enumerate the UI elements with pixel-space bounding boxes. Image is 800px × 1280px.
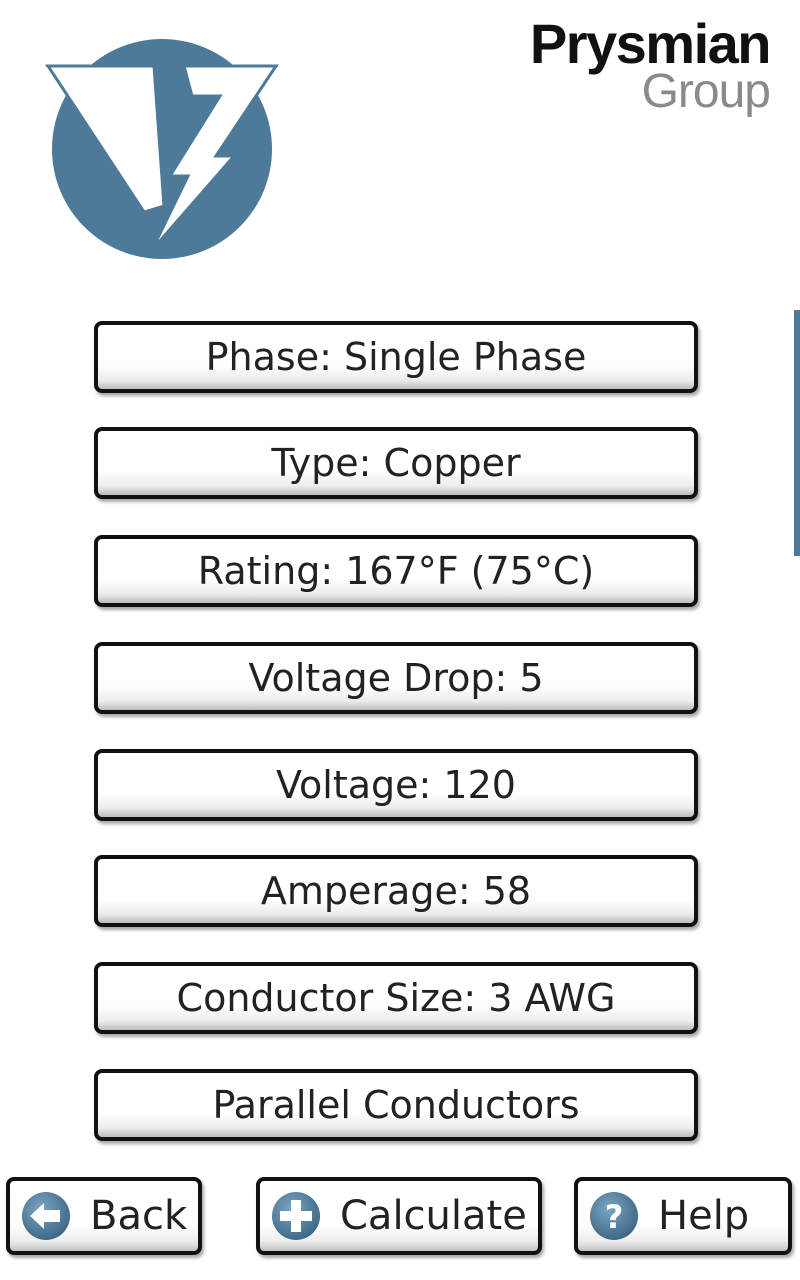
- calculate-button[interactable]: Calculate: [256, 1177, 542, 1255]
- phase-button[interactable]: Phase: Single Phase: [94, 321, 698, 393]
- back-button[interactable]: Back: [6, 1177, 202, 1255]
- voltage-drop-button[interactable]: Voltage Drop: 5: [94, 642, 698, 714]
- voltage-button[interactable]: Voltage: 120: [94, 749, 698, 821]
- brand-logo: Prysmian Group: [529, 12, 772, 118]
- parallel-conductors-button[interactable]: Parallel Conductors: [94, 1069, 698, 1141]
- scrollbar[interactable]: [794, 310, 800, 556]
- svg-text:?: ?: [605, 1198, 624, 1236]
- help-button[interactable]: ? Help: [574, 1177, 792, 1255]
- rating-button[interactable]: Rating: 167°F (75°C): [94, 535, 698, 607]
- plus-icon: [272, 1192, 320, 1240]
- question-icon: ?: [590, 1192, 638, 1240]
- conductor-size-button[interactable]: Conductor Size: 3 AWG: [94, 962, 698, 1034]
- type-button[interactable]: Type: Copper: [94, 427, 698, 499]
- brand-subtitle: Group: [641, 65, 771, 118]
- back-label: Back: [90, 1193, 188, 1239]
- arrow-left-icon: [22, 1192, 70, 1240]
- amperage-button[interactable]: Amperage: 58: [94, 855, 698, 927]
- help-label: Help: [658, 1193, 750, 1239]
- brand-name: Prysmian: [529, 12, 772, 75]
- app-logo: [45, 39, 279, 259]
- calculate-label: Calculate: [340, 1193, 527, 1239]
